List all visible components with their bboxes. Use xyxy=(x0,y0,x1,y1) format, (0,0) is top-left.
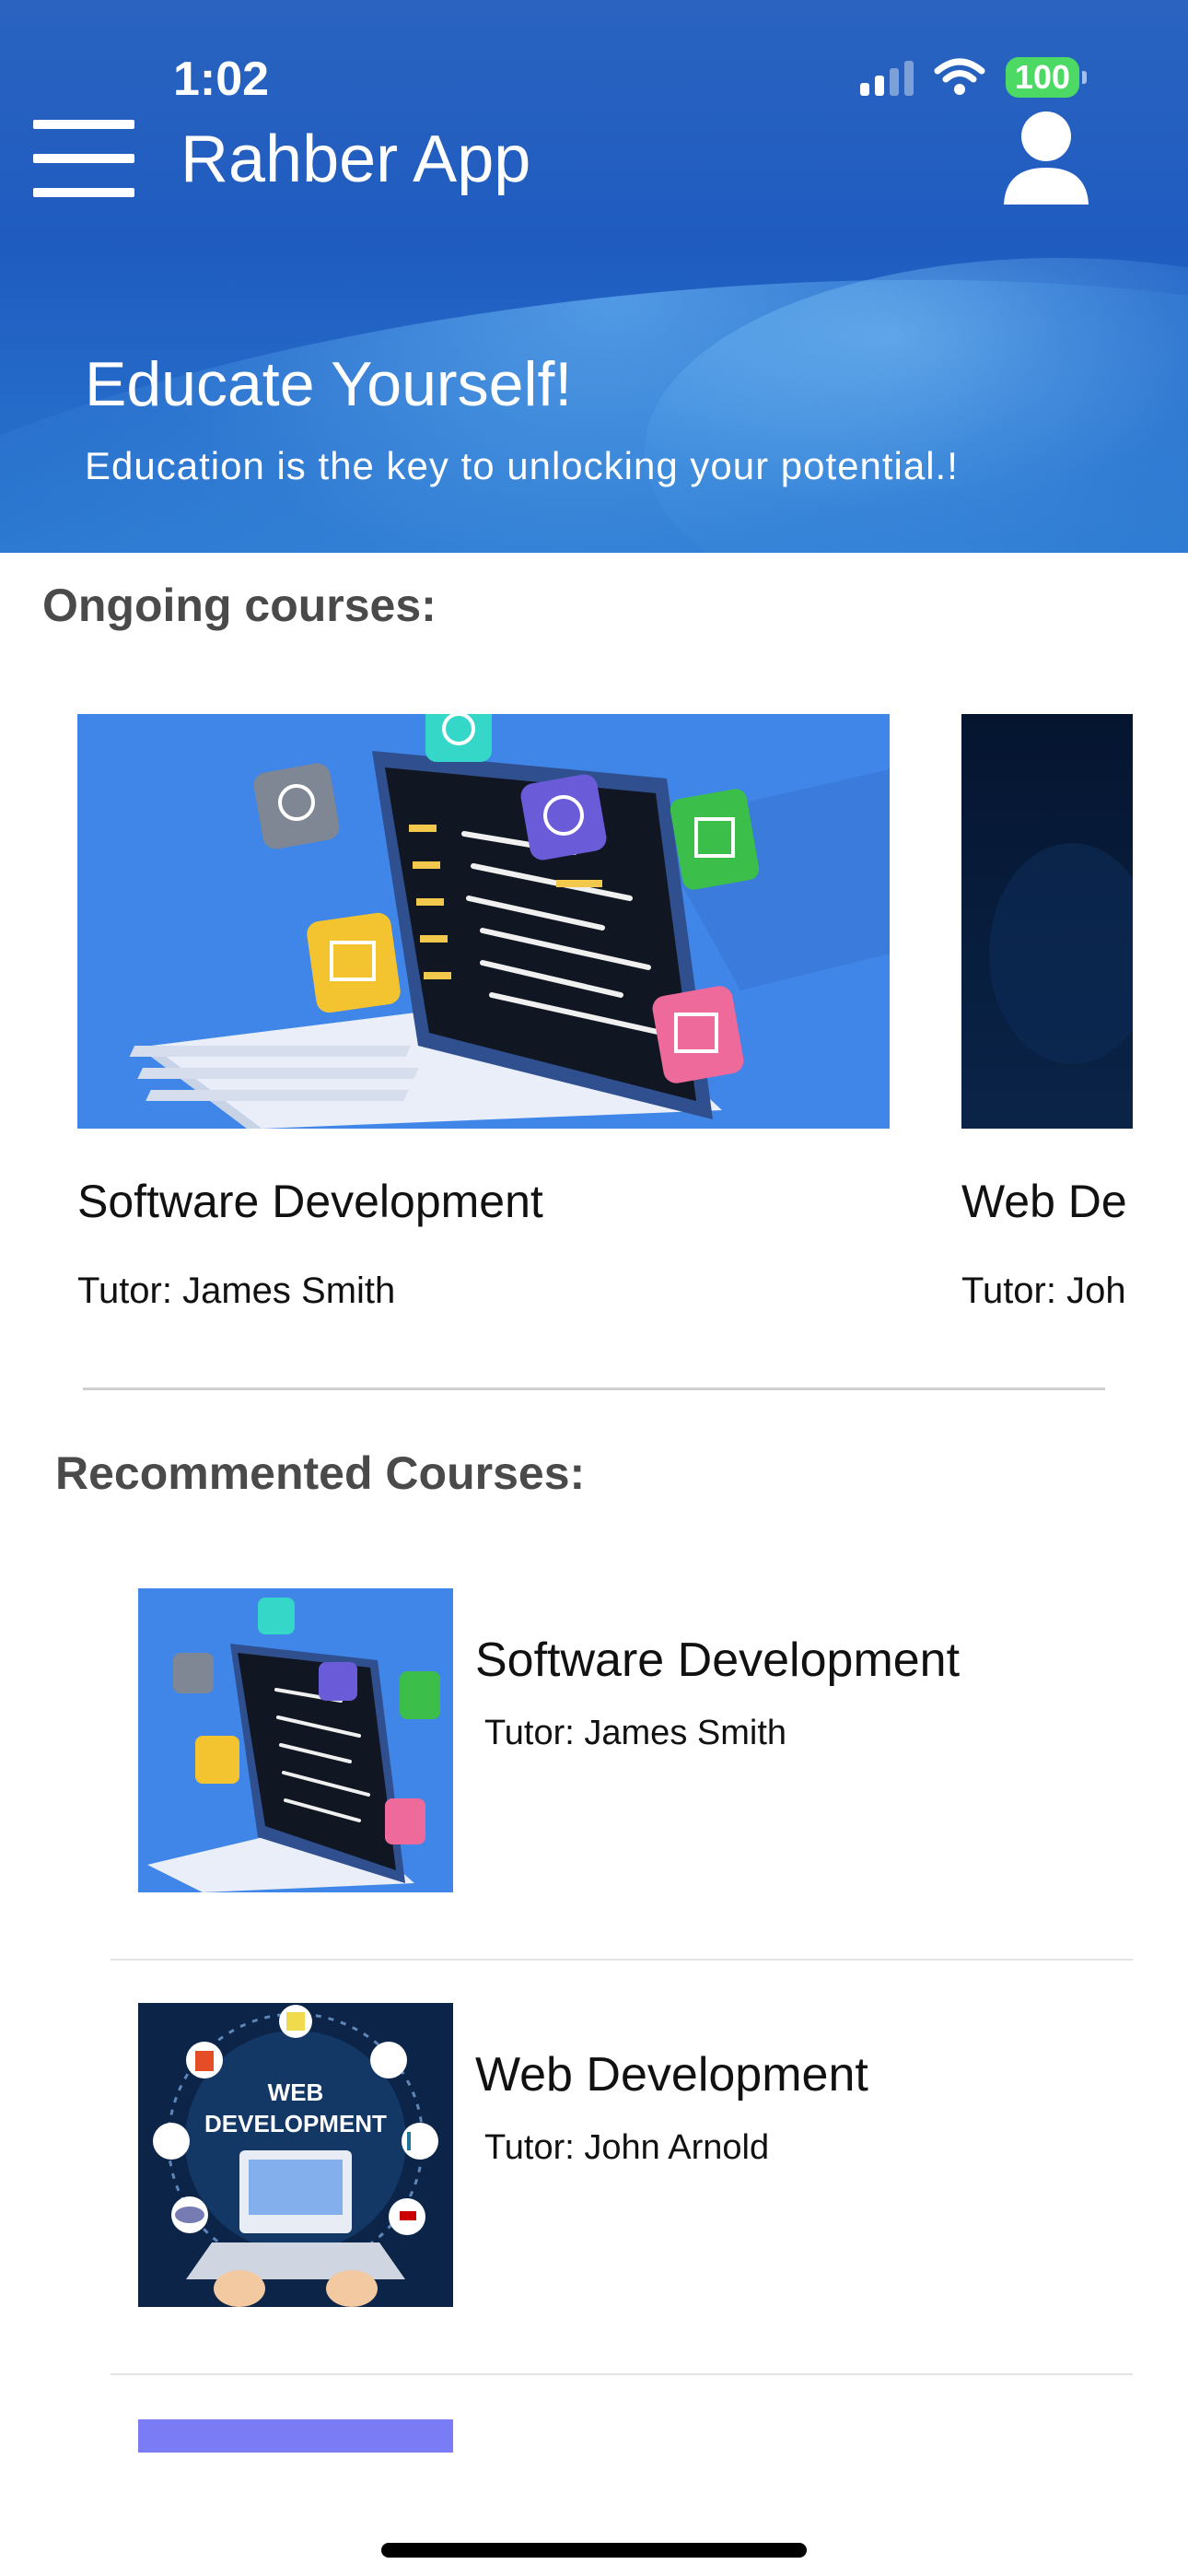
course-thumbnail-partial[interactable] xyxy=(138,2419,453,2453)
recommended-courses-heading: Recommented Courses: xyxy=(55,1447,586,1499)
user-profile-icon[interactable] xyxy=(1000,109,1092,208)
hamburger-menu-icon[interactable] xyxy=(33,120,134,197)
signal-icon xyxy=(859,59,914,96)
thumb-label-web: WEB xyxy=(268,2078,324,2106)
course-name: Web Development xyxy=(475,2048,868,2102)
software-development-illustration xyxy=(77,714,890,1129)
status-time: 1:02 xyxy=(173,53,270,106)
course-tutor: Tutor: James Smith xyxy=(77,1270,396,1311)
section-divider xyxy=(83,1388,1105,1390)
thumbs-up-icon xyxy=(652,986,744,1083)
app-title: Rahber App xyxy=(181,123,531,196)
list-separator xyxy=(111,2373,1133,2375)
hero-title: Educate Yourself! xyxy=(85,349,573,419)
database-icon xyxy=(307,912,401,1013)
app-header: 1:02 100 Rahber App Educate Yourself! Ed… xyxy=(0,0,1188,553)
ongoing-course-card[interactable]: Web De Tutor: Joh xyxy=(961,714,1133,1311)
web-development-thumbnail xyxy=(961,714,1133,1129)
gear-icon xyxy=(425,714,492,762)
ongoing-courses-carousel[interactable]: Software Development Tutor: James Smith … xyxy=(0,714,1188,1359)
chip-icon xyxy=(670,789,760,890)
course-tutor: Tutor: John Arnold xyxy=(484,2128,770,2167)
course-thumbnail xyxy=(961,714,1133,1129)
brain-icon xyxy=(520,774,607,861)
hero-subtitle: Education is the key to unlocking your p… xyxy=(85,444,959,487)
course-name: Web De xyxy=(961,1176,1127,1227)
course-tutor: Tutor: Joh xyxy=(961,1270,1126,1311)
recommended-course-item[interactable]: Software Development Tutor: James Smith xyxy=(0,1588,1188,1920)
course-name: Software Development xyxy=(475,1633,961,1687)
course-tutor: Tutor: James Smith xyxy=(484,1714,787,1752)
lightbulb-icon xyxy=(253,763,340,849)
course-thumbnail xyxy=(77,714,890,1129)
home-indicator[interactable] xyxy=(381,2543,807,2558)
battery-level: 100 xyxy=(1005,57,1079,98)
recommended-course-item[interactable]: WEB DEVELOPMENT Web Development Tutor: J… xyxy=(0,2003,1188,2335)
wifi-icon xyxy=(934,58,985,95)
course-name: Software Development xyxy=(77,1176,543,1227)
list-separator xyxy=(111,1959,1133,1961)
battery-icon: 100 xyxy=(1005,57,1087,98)
web-development-illustration: WEB DEVELOPMENT xyxy=(138,2003,453,2307)
course-thumbnail xyxy=(138,1588,453,1892)
ongoing-courses-heading: Ongoing courses: xyxy=(42,580,437,631)
course-thumbnail: WEB DEVELOPMENT xyxy=(138,2003,453,2307)
ongoing-course-card[interactable]: Software Development Tutor: James Smith xyxy=(77,714,890,1311)
software-development-illustration xyxy=(138,1588,453,1892)
status-icons: 100 xyxy=(859,57,1087,98)
thumb-label-development: DEVELOPMENT xyxy=(204,2110,387,2137)
